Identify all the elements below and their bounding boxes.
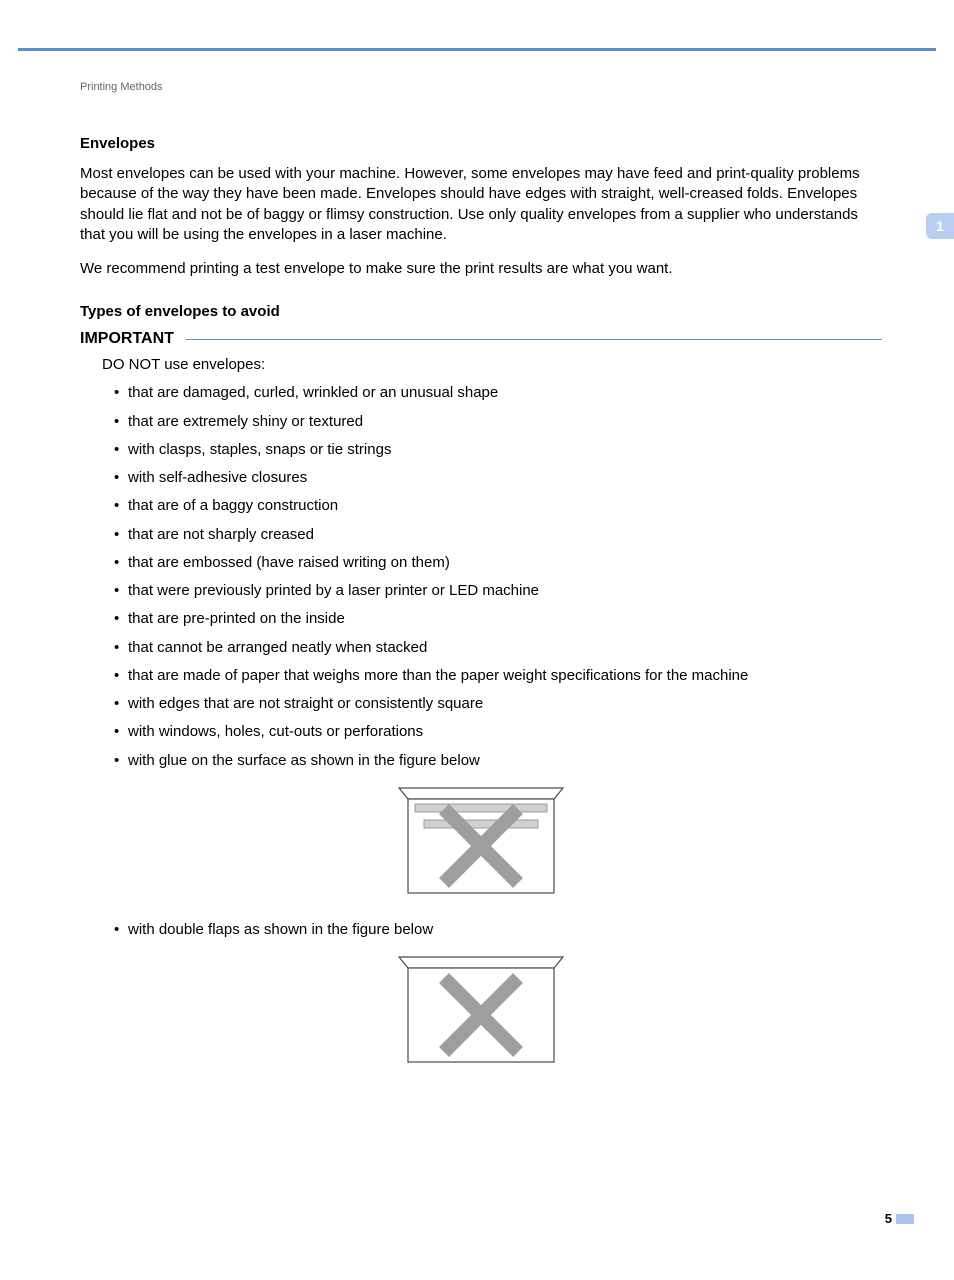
important-row: IMPORTANT: [80, 330, 882, 348]
important-label: IMPORTANT: [80, 330, 174, 348]
avoid-heading: Types of envelopes to avoid: [80, 303, 882, 320]
page-content: Printing Methods Envelopes Most envelope…: [0, 51, 954, 1071]
avoid-list-item: that are made of paper that weighs more …: [114, 666, 882, 686]
page-marker: [896, 1214, 914, 1224]
avoid-list-1: that are damaged, curled, wrinkled or an…: [114, 383, 882, 771]
envelopes-paragraph-1: Most envelopes can be used with your mac…: [80, 164, 882, 245]
envelopes-heading: Envelopes: [80, 135, 882, 152]
avoid-list-item: with glue on the surface as shown in the…: [114, 751, 882, 771]
important-divider: [186, 339, 882, 340]
avoid-list-item: that are extremely shiny or textured: [114, 412, 882, 432]
envelope-glue-icon: [396, 785, 566, 897]
page-footer: 5: [885, 1211, 914, 1226]
avoid-intro: DO NOT use envelopes:: [102, 356, 882, 373]
envelopes-paragraph-2: We recommend printing a test envelope to…: [80, 259, 882, 279]
avoid-list-item: that are embossed (have raised writing o…: [114, 553, 882, 573]
envelope-double-flap-icon: [396, 954, 566, 1066]
avoid-list-item: with edges that are not straight or cons…: [114, 694, 882, 714]
breadcrumb: Printing Methods: [80, 81, 882, 93]
avoid-list-item: with windows, holes, cut-outs or perfora…: [114, 722, 882, 742]
avoid-list-item: that cannot be arranged neatly when stac…: [114, 638, 882, 658]
avoid-list-2: with double flaps as shown in the figure…: [114, 920, 882, 940]
chapter-tab: 1: [926, 213, 954, 239]
page-number: 5: [885, 1211, 892, 1226]
avoid-list-item: with clasps, staples, snaps or tie strin…: [114, 440, 882, 460]
avoid-list-item: that are damaged, curled, wrinkled or an…: [114, 383, 882, 403]
avoid-list-item: that are of a baggy construction: [114, 496, 882, 516]
avoid-list-item: with double flaps as shown in the figure…: [114, 920, 882, 940]
avoid-list-item: that were previously printed by a laser …: [114, 581, 882, 601]
avoid-list-item: that are pre-printed on the inside: [114, 609, 882, 629]
chapter-tab-number: 1: [936, 218, 944, 234]
avoid-list-item: that are not sharply creased: [114, 525, 882, 545]
envelope-figure-double-flap: [80, 954, 882, 1071]
avoid-list-item: with self-adhesive closures: [114, 468, 882, 488]
envelope-figure-glue: [80, 785, 882, 902]
